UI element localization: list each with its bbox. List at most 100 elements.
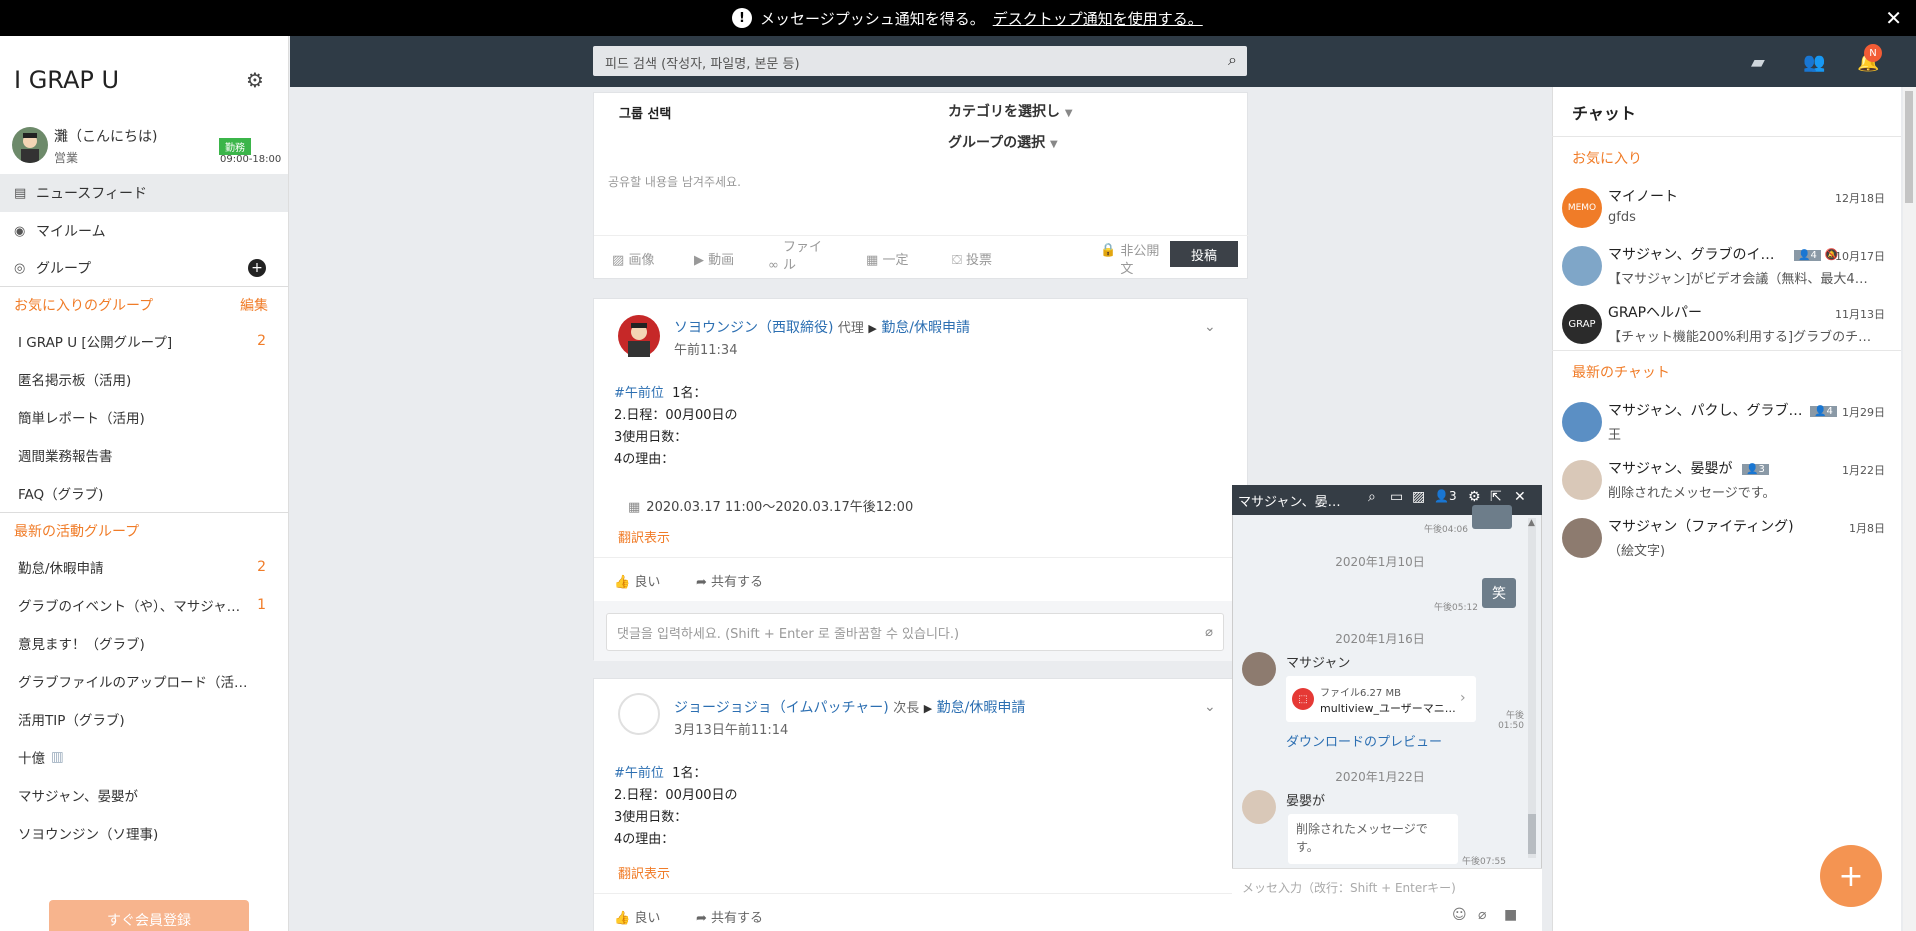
- group-item[interactable]: 活用TIP（グラブ): [0, 700, 288, 738]
- chevron-down-icon[interactable]: ⌄: [1204, 319, 1216, 335]
- file-button[interactable]: ∞ ファイル: [768, 239, 823, 275]
- add-group-button[interactable]: +: [248, 259, 266, 277]
- notification-text: メッセージプッシュ通知を得る。: [760, 9, 985, 28]
- post-body: #午前位 1名： 2.日程：00月00日の 3使用日数： 4の理由：: [614, 383, 738, 471]
- chat-item[interactable]: マサジャン（ファイティング) （絵文字) 1月8日: [1552, 510, 1901, 568]
- group-item[interactable]: グラブファイルのアップロード（活…: [0, 662, 288, 700]
- edit-button[interactable]: 編集: [240, 295, 268, 315]
- mini-scrollbar-thumb[interactable]: [1528, 814, 1536, 854]
- post-header: ジョージョジョ（イムパッチャー) 次長 ▶ 勤怠/休暇申請: [674, 697, 1025, 717]
- scrollbar[interactable]: [1903, 87, 1916, 931]
- comment-placeholder: 댓글을 입력하세요. (Shift + Enter 로 줄바꿈할 수 있습니다.…: [617, 626, 960, 642]
- search-input[interactable]: 피드 검색 (작성자, 파일명, 본문 등) ⌕: [593, 46, 1247, 76]
- hashtag[interactable]: #午前位: [614, 386, 664, 401]
- download-preview-link[interactable]: ダウンロードのプレビュー: [1286, 731, 1442, 750]
- chat-icon[interactable]: ▰: [1751, 52, 1765, 73]
- group-item[interactable]: I GRAP U [公開グループ] 2: [0, 322, 288, 360]
- message-input[interactable]: メッセ入力（改行：Shift + Enterキー) ☺ ⌀ ■: [1232, 868, 1542, 931]
- composer-input[interactable]: 공유할 내용을 남겨주세요.: [608, 173, 741, 190]
- avatar[interactable]: [618, 315, 660, 357]
- sidebar-item-newsfeed[interactable]: ▤ ニュースフィード: [0, 174, 288, 212]
- board-icon[interactable]: ▭: [1390, 489, 1403, 505]
- group-item[interactable]: 週間業務報告書: [0, 436, 288, 474]
- author-name[interactable]: ジョージョジョ（イムパッチャー): [674, 700, 889, 716]
- sidebar-item-myroom[interactable]: ◉ マイルーム: [0, 212, 288, 250]
- chevron-down-icon[interactable]: ⌄: [1204, 699, 1216, 715]
- mini-chat-title[interactable]: マサジャン、晏…: [1238, 491, 1341, 510]
- mini-scrollbar[interactable]: [1528, 518, 1536, 858]
- image-button[interactable]: ▨ 画像: [612, 249, 654, 268]
- avatar[interactable]: [1242, 790, 1276, 824]
- avatar[interactable]: [618, 693, 660, 735]
- image-icon[interactable]: ▨: [1412, 489, 1425, 505]
- translate-link[interactable]: 翻訳表示: [618, 527, 670, 546]
- user-name[interactable]: 灘（こんにちは): [54, 126, 157, 146]
- attach-icon[interactable]: ⌀: [1478, 907, 1486, 923]
- chat-item[interactable]: GRAP GRAPヘルパー 【チャット機能200%利用する]グラブのチ… 11月…: [1552, 296, 1901, 354]
- tool-label: 一定: [882, 253, 909, 268]
- close-icon[interactable]: ✕: [1514, 489, 1526, 505]
- gear-icon[interactable]: ⚙: [1468, 489, 1481, 505]
- private-toggle[interactable]: 🔒 非公開文: [1100, 243, 1168, 279]
- group-item[interactable]: グラブのイベント（や）、マサジャ… 1: [0, 586, 288, 624]
- group-item[interactable]: 簡単レポート（活用): [0, 398, 288, 436]
- group-label: ソヨウンジン（ソ理事): [18, 827, 159, 843]
- new-chat-button[interactable]: +: [1820, 845, 1882, 907]
- group-link[interactable]: 勤怠/休暇申請: [881, 320, 970, 336]
- attach-icon[interactable]: ⌀: [1205, 625, 1213, 640]
- vote-button[interactable]: ⛋ 投票: [952, 249, 992, 268]
- group-link[interactable]: 勤怠/休暇申請: [937, 700, 1026, 716]
- like-label: 良い: [634, 911, 661, 926]
- sidebar-item-group[interactable]: ◎ グループ +: [0, 249, 288, 287]
- video-call-icon[interactable]: ■: [1504, 907, 1517, 923]
- members-button[interactable]: 👤3: [1434, 489, 1457, 503]
- search-icon[interactable]: ⌕: [1228, 50, 1237, 70]
- like-button[interactable]: 👍 良い: [614, 907, 660, 926]
- emoji-icon[interactable]: ☺: [1452, 907, 1467, 923]
- post-button[interactable]: 投稿: [1170, 241, 1238, 267]
- share-label: 共有する: [711, 911, 764, 926]
- body-line: 4の理由：: [614, 832, 675, 847]
- comment-input[interactable]: 댓글을 입력하세요. (Shift + Enter 로 줄바꿈할 수 있습니다.…: [606, 613, 1224, 651]
- gear-icon[interactable]: ⚙: [246, 68, 264, 92]
- chat-item[interactable]: マサジャン、グラブのイ… 👤4 🔕 【マサジャン]がビデオ会議（無料、最大4… 1…: [1552, 238, 1901, 296]
- popout-icon[interactable]: ⇱: [1490, 489, 1502, 505]
- hashtag[interactable]: #午前位: [614, 766, 664, 781]
- avatar[interactable]: [12, 127, 48, 163]
- translate-link[interactable]: 翻訳表示: [618, 863, 670, 882]
- chat-title: チャット: [1572, 104, 1636, 123]
- group-dropdown[interactable]: グループの選択 ▼: [948, 132, 1058, 152]
- file-attachment[interactable]: ⬚ ファイル6.27 MB multiview_ユーザーマニ… ›: [1286, 676, 1476, 722]
- group-item[interactable]: 勤怠/休暇申請 2: [0, 548, 288, 586]
- search-icon[interactable]: ⌕: [1368, 489, 1376, 505]
- video-button[interactable]: ▶ 動画: [694, 249, 734, 268]
- favorite-groups-header: お気に入りのグループ 編集: [0, 286, 288, 322]
- chat-item[interactable]: マサジャン、パクし、グラブ… 👤4 王 1月29日: [1552, 394, 1901, 452]
- group-item[interactable]: マサジャン、晏嬰が: [0, 776, 288, 814]
- like-button[interactable]: 👍 良い: [614, 571, 660, 590]
- scrollbar-thumb[interactable]: [1905, 91, 1913, 203]
- share-button[interactable]: ➦ 共有する: [696, 571, 763, 590]
- avatar[interactable]: [1242, 652, 1276, 686]
- people-icon[interactable]: 👥: [1803, 52, 1825, 73]
- schedule-button[interactable]: ▦ 一定: [866, 249, 908, 268]
- chat-item[interactable]: MEMO マイノート gfds 12月18日: [1552, 180, 1901, 238]
- author-name[interactable]: ソヨウンジン（西取締役): [674, 320, 833, 336]
- body-line: 2.日程：00月00日の: [614, 408, 738, 423]
- group-select[interactable]: 그룹 선택: [619, 103, 671, 122]
- group-item[interactable]: FAQ（グラブ): [0, 474, 288, 512]
- category-select[interactable]: カテゴリを選択し ▼: [948, 101, 1073, 121]
- share-button[interactable]: ➦ 共有する: [696, 907, 763, 926]
- signup-button[interactable]: すぐ会員登録: [49, 900, 249, 931]
- group-item[interactable]: 意見ます！（グラブ): [0, 624, 288, 662]
- post-time: 午前11:34: [674, 343, 738, 358]
- group-item[interactable]: 匿名掲示板（活用): [0, 360, 288, 398]
- chat-name: マイノート: [1608, 189, 1678, 205]
- group-item[interactable]: 十億 ▥: [0, 738, 288, 776]
- close-icon[interactable]: ✕: [1885, 6, 1902, 30]
- chat-item[interactable]: マサジャン、晏嬰が 👤3 削除されたメッセージです。 1月22日: [1552, 452, 1901, 510]
- app-title[interactable]: I GRAP U: [14, 66, 119, 94]
- desktop-notification-link[interactable]: デスクトップ通知を使用する。: [993, 8, 1203, 29]
- scroll-up-icon[interactable]: ▲: [1528, 518, 1535, 528]
- group-item[interactable]: ソヨウンジン（ソ理事): [0, 814, 288, 852]
